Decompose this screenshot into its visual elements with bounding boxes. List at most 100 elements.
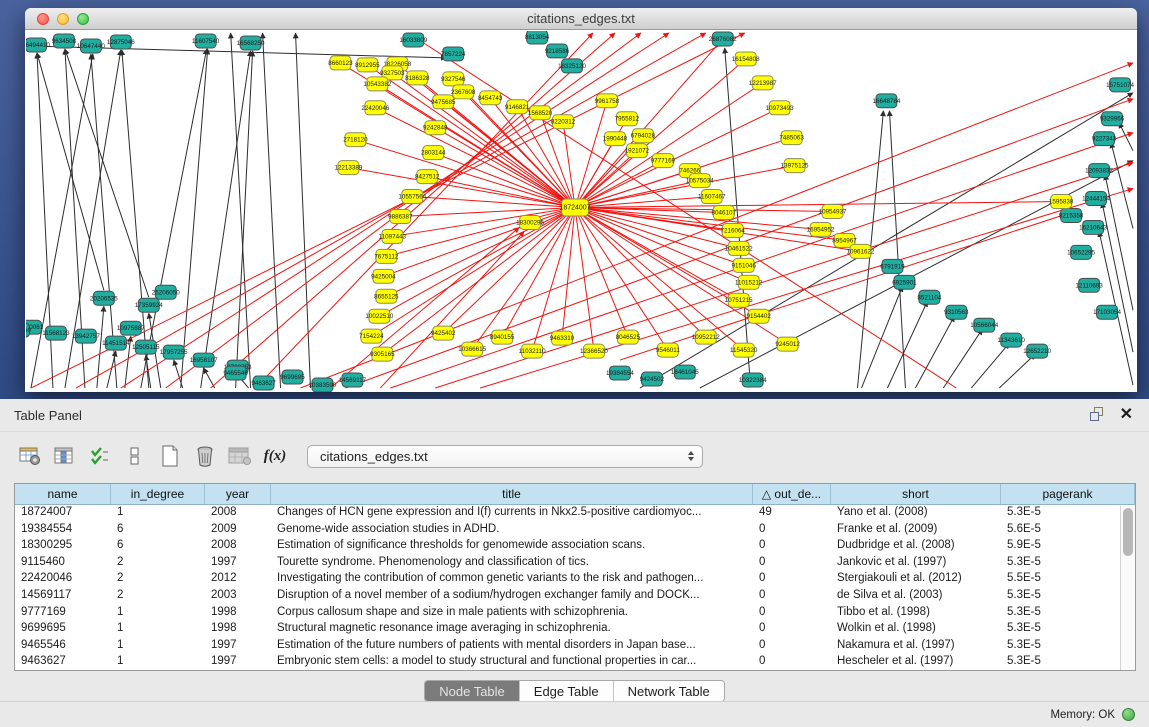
table-cell[interactable]: 5.3E-5 [1001,638,1135,655]
table-cell[interactable]: Changes of HCN gene expression and I(f) … [271,505,753,522]
table-cell[interactable]: Structural magnetic resonance image aver… [271,621,753,638]
graph-edge[interactable] [204,368,215,388]
table-cell[interactable]: 18724007 [15,505,111,522]
column-header-title[interactable]: title [271,484,753,504]
table-cell[interactable]: 1 [111,621,205,638]
table-cell[interactable]: 9465546 [15,638,111,655]
table-cell[interactable]: 49 [753,505,831,522]
table-cell[interactable]: 9115460 [15,555,111,572]
graph-edge[interactable] [1111,143,1133,229]
column-header-short[interactable]: short [831,484,1001,504]
table-cell[interactable]: 9463627 [15,654,111,671]
graph-edge[interactable] [122,50,149,388]
window-titlebar[interactable]: citations_edges.txt [25,8,1137,30]
graph-edge[interactable] [575,101,607,208]
table-cell[interactable]: 2008 [205,505,271,522]
table-cell[interactable]: de Silva et al. (2003) [831,588,1001,605]
table-selector-dropdown[interactable]: citations_edges.txt [307,445,703,468]
table-cell[interactable]: 0 [753,588,831,605]
table-cell[interactable]: Corpus callosum shape and size in male p… [271,605,753,622]
table-cell[interactable]: 0 [753,605,831,622]
table-cell[interactable]: 1997 [205,638,271,655]
graph-edge[interactable] [380,231,524,388]
table-cell[interactable]: 1 [111,505,205,522]
table-cell[interactable]: 0 [753,571,831,588]
graph-edge[interactable] [231,33,251,388]
table-cell[interactable]: 5.6E-5 [1001,522,1135,539]
table-row[interactable]: 1872400712008Changes of HCN gene express… [15,505,1135,522]
graph-edge[interactable] [915,316,954,388]
table-cell[interactable]: Estimation of the future numbers of pati… [271,638,753,655]
table-cell[interactable]: 2009 [205,522,271,539]
graph-edge[interactable] [379,208,575,317]
table-cell[interactable]: Disruption of a novel member of a sodium… [271,588,753,605]
delete-trash-icon[interactable] [193,444,217,468]
table-cell[interactable]: 2008 [205,538,271,555]
citation-graph[interactable]: 1649441096345081064744012875046116075401… [26,31,1136,392]
table-cell[interactable]: 2003 [205,588,271,605]
table-row[interactable]: 1938455462009Genome-wide association stu… [15,522,1135,539]
table-cell[interactable]: Tibbo et al. (1998) [831,605,1001,622]
graph-edge[interactable] [443,208,575,334]
new-document-icon[interactable] [158,444,182,468]
tab-edge-table[interactable]: Edge Table [520,681,614,701]
table-cell[interactable]: 1 [111,638,205,655]
network-canvas[interactable]: 1649441096345081064744012875046116075401… [26,31,1136,392]
graph-edge[interactable] [386,208,575,257]
table-cell[interactable]: 5.3E-5 [1001,505,1135,522]
table-cell[interactable]: 19384554 [15,522,111,539]
table-cell[interactable]: Genome-wide association studies in ADHD. [271,522,753,539]
table-cell[interactable]: 22420046 [15,571,111,588]
table-cell[interactable]: Nakamura et al. (1997) [831,638,1001,655]
table-cell[interactable]: 2 [111,571,205,588]
table-cell[interactable]: Yano et al. (2008) [831,505,1001,522]
graph-edge[interactable] [141,49,207,388]
graph-edge[interactable] [296,33,311,388]
table-cell[interactable]: 2 [111,555,205,572]
table-cell[interactable]: 5.3E-5 [1001,588,1135,605]
row-height-icon[interactable] [123,444,147,468]
select-column-icon[interactable] [53,444,77,468]
table-cell[interactable]: Jankovic et al. (1997) [831,555,1001,572]
graph-edge[interactable] [575,108,780,208]
table-row[interactable]: 2242004622012Investigating the contribut… [15,571,1135,588]
network-window[interactable]: citations_edges.txt 16494410963450810647… [25,8,1137,392]
column-header-year[interactable]: year [205,484,271,504]
graph-edge[interactable] [575,59,746,208]
table-row[interactable]: 1456911722003Disruption of a novel membe… [15,588,1135,605]
table-cell[interactable]: 5.3E-5 [1001,555,1135,572]
table-row[interactable]: 946362711997Embryonic stem cells: a mode… [15,654,1135,671]
table-cell[interactable]: Estimation of significance thresholds fo… [271,538,753,555]
table-cell[interactable]: 5.9E-5 [1001,538,1135,555]
close-panel-icon[interactable]: ✕ [1120,404,1133,424]
table-cell[interactable]: 9777169 [15,605,111,622]
graph-edge[interactable] [575,202,1061,208]
table-cell[interactable]: Embryonic stem cells: a model to study s… [271,654,753,671]
graph-edge[interactable] [971,343,1009,388]
table-cell[interactable]: 0 [753,555,831,572]
table-cell[interactable]: 9699695 [15,621,111,638]
graph-edge[interactable] [575,208,668,351]
graph-edge[interactable] [861,286,902,388]
table-row[interactable]: 977716911998Corpus callosum shape and si… [15,605,1135,622]
table-cell[interactable]: 1998 [205,621,271,638]
table-cell[interactable]: 5.5E-5 [1001,571,1135,588]
function-builder-icon[interactable]: f(x) [263,444,287,468]
column-header-outde[interactable]: △ out_de... [753,484,831,504]
float-panel-icon[interactable] [1090,407,1105,422]
graph-edge[interactable] [371,208,575,337]
scrollbar-thumb[interactable] [1123,508,1133,556]
graph-edge[interactable] [575,181,700,208]
table-row[interactable]: 946554611997Estimation of the future num… [15,638,1135,655]
table-row[interactable]: 911546021997Tourette syndrome. Phenomeno… [15,555,1135,572]
table-row[interactable]: 969969511998Structural magnetic resonanc… [15,621,1135,638]
graph-edge[interactable] [330,227,519,388]
graph-edge[interactable] [181,49,208,388]
column-header-indegree[interactable]: in_degree [111,484,205,504]
table-cell[interactable]: 1 [111,605,205,622]
table-cell[interactable]: 1997 [205,654,271,671]
table-cell[interactable]: Tourette syndrome. Phenomenology and cla… [271,555,753,572]
table-cell[interactable]: 6 [111,538,205,555]
import-checkmarks-icon[interactable] [88,444,112,468]
table-cell[interactable]: 5.3E-5 [1001,605,1135,622]
